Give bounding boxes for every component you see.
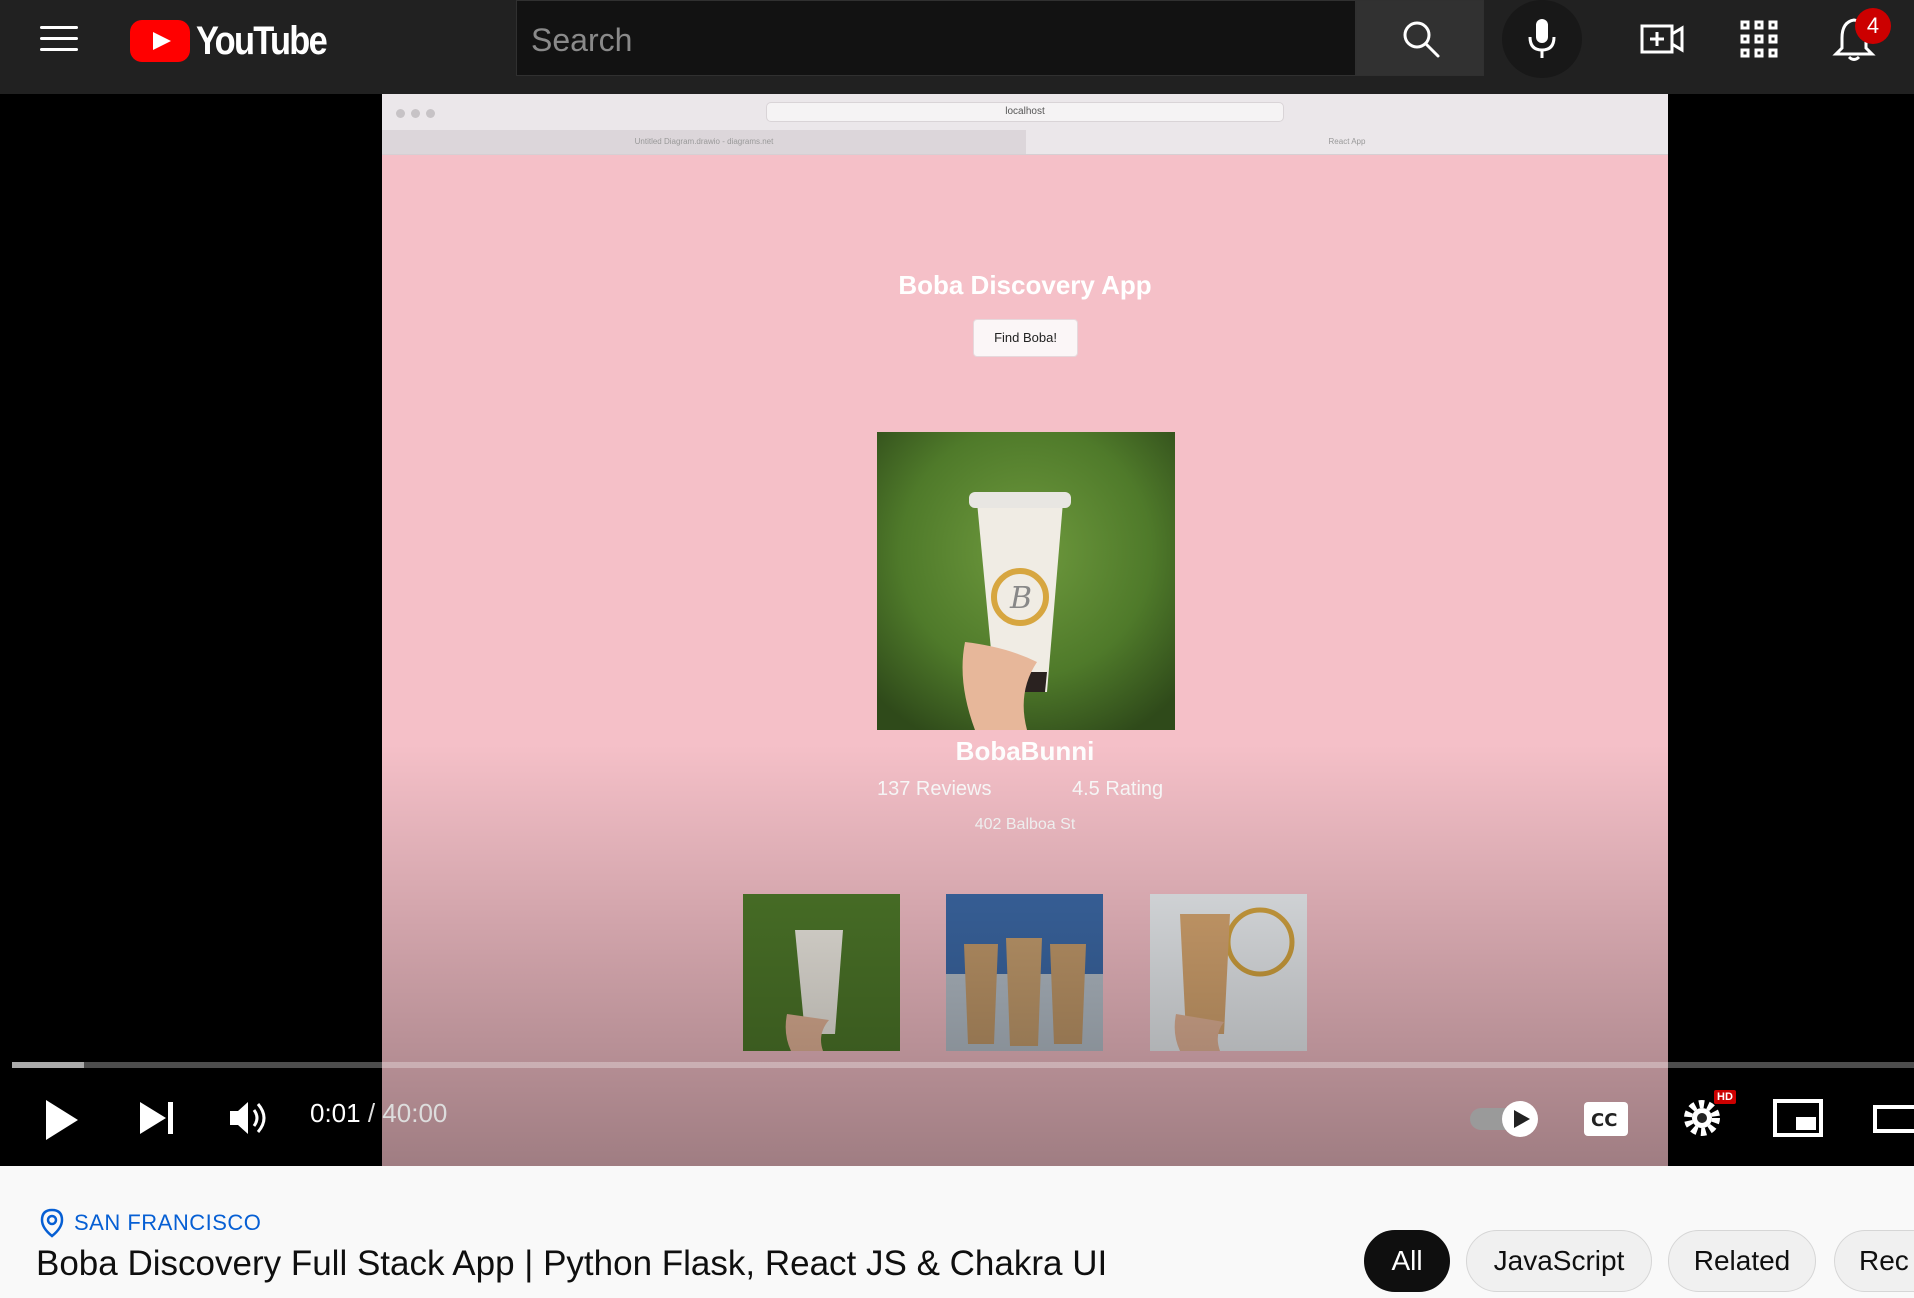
window-controls (396, 109, 435, 118)
thumbnail-photo-3 (1150, 894, 1307, 1051)
search-box (516, 0, 1356, 76)
video-title: Boba Discovery Full Stack App | Python F… (36, 1244, 1108, 1283)
youtube-play-icon (130, 20, 190, 62)
progress-bar[interactable] (12, 1062, 1914, 1068)
thumbnail-photo-1 (743, 894, 900, 1051)
time-display: 0:01 / 40:00 (310, 1098, 448, 1128)
create-video-icon[interactable] (1636, 16, 1688, 62)
boba-photo: B (877, 432, 1175, 730)
logo-text: YouTube (196, 18, 328, 63)
location-tag[interactable]: SAN FRANCISCO (40, 1208, 261, 1238)
video-player[interactable]: localhost Untitled Diagram.drawio - diag… (0, 94, 1914, 1166)
play-icon[interactable] (42, 1098, 82, 1142)
app-title: Boba Discovery App (898, 270, 1152, 300)
chip-javascript[interactable]: JavaScript (1466, 1230, 1652, 1292)
browser-chrome: localhost Untitled Diagram.drawio - diag… (382, 94, 1668, 155)
review-count: 137 Reviews (877, 778, 992, 800)
browser-tab-react: React App (1026, 130, 1668, 154)
youtube-logo[interactable]: YouTube (130, 16, 347, 66)
video-info: SAN FRANCISCO Boba Discovery Full Stack … (0, 1166, 1914, 1298)
volume-icon[interactable] (228, 1098, 272, 1138)
svg-text:B: B (1009, 581, 1032, 616)
voice-search-button[interactable] (1502, 0, 1582, 78)
thumbnail-photo-2 (946, 894, 1103, 1051)
chip-related[interactable]: Related (1668, 1230, 1816, 1292)
search-icon (1403, 21, 1440, 58)
top-bar: YouTube 4 (0, 0, 1914, 94)
search-input[interactable] (529, 19, 1313, 61)
svg-text:CC: CC (1591, 1110, 1617, 1131)
find-boba-button: Find Boba! (973, 319, 1078, 357)
autoplay-toggle-icon[interactable] (1468, 1098, 1540, 1138)
microphone-icon (1528, 19, 1556, 58)
current-time: 0:01 (310, 1098, 361, 1128)
menu-icon[interactable] (40, 24, 80, 54)
next-icon[interactable] (138, 1100, 178, 1136)
browser-tab-diagram: Untitled Diagram.drawio - diagrams.net (382, 130, 1026, 154)
search-button[interactable] (1356, 0, 1484, 76)
captions-icon[interactable]: CC (1582, 1100, 1630, 1138)
hd-badge: HD (1714, 1090, 1736, 1104)
duration: 40:00 (382, 1098, 448, 1128)
theater-mode-icon[interactable] (1872, 1104, 1914, 1134)
shop-address: 402 Balboa St (974, 816, 1076, 833)
location-text: SAN FRANCISCO (74, 1210, 262, 1235)
video-frame: localhost Untitled Diagram.drawio - diag… (382, 94, 1668, 1166)
notification-badge: 4 (1855, 8, 1891, 44)
rating: 4.5 Rating (1072, 778, 1164, 800)
apps-grid-icon[interactable] (1734, 16, 1786, 62)
progress-fill (12, 1062, 84, 1068)
browser-url: localhost (766, 102, 1284, 122)
location-pin-icon (40, 1208, 64, 1238)
chip-recent[interactable]: Rec (1834, 1230, 1914, 1292)
miniplayer-icon[interactable] (1772, 1098, 1824, 1138)
shop-name: BobaBunni (955, 736, 1095, 766)
chip-all[interactable]: All (1364, 1230, 1450, 1292)
